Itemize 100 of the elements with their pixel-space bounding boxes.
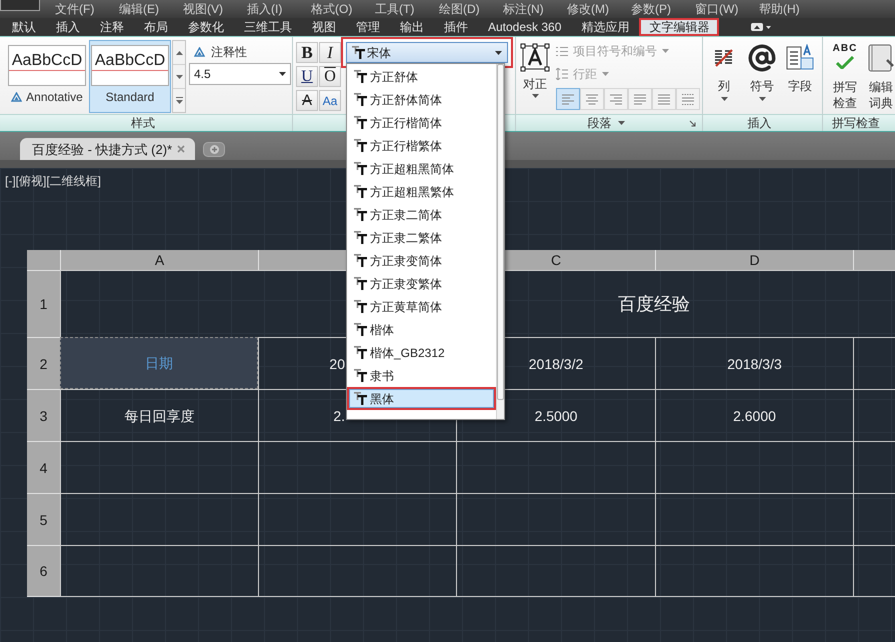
at-sign-icon — [748, 44, 776, 72]
style-swatch[interactable]: AaBbCcD Standard — [89, 40, 171, 113]
menu-item[interactable]: 格式(O) — [311, 0, 352, 18]
format-button[interactable]: A — [296, 90, 318, 111]
font-type-icon — [352, 46, 365, 59]
column-header[interactable]: A — [60, 250, 258, 270]
spell-button[interactable]: 编辑词典 — [863, 44, 895, 111]
alignment-button[interactable] — [628, 88, 652, 110]
font-type-icon — [354, 231, 367, 244]
ribbon-tab[interactable]: 管理 — [346, 18, 390, 36]
row-header[interactable]: 4 — [27, 441, 60, 493]
table-corner — [27, 250, 60, 270]
font-type-icon — [354, 392, 367, 405]
arrow-up-icon — [176, 50, 182, 54]
menu-item[interactable]: 窗口(W) — [695, 0, 738, 18]
align-distribute-icon — [658, 94, 670, 104]
triangle-icon — [194, 47, 205, 57]
menu-item[interactable]: 参数(P) — [631, 0, 671, 18]
style-preview: AaBbCcD — [91, 45, 169, 86]
format-button[interactable]: B — [296, 42, 318, 63]
insert-button[interactable]: 列 — [705, 44, 743, 101]
panel-title: 拼写检查 — [832, 117, 880, 129]
menu-item[interactable]: 标注(N) — [503, 0, 544, 18]
format-button[interactable]: Aa — [319, 90, 341, 111]
format-button[interactable]: I — [319, 42, 341, 63]
font-type-icon — [354, 116, 367, 129]
ribbon-tab[interactable]: 插件 — [434, 18, 478, 36]
ribbon-tab[interactable]: 注释 — [90, 18, 134, 36]
button-label: 列 — [718, 80, 730, 92]
insert-button[interactable]: 符号 — [743, 44, 781, 101]
table-cell: 每日回享度 — [60, 389, 258, 441]
book-icon — [867, 44, 895, 72]
font-type-icon — [354, 323, 367, 336]
justify-button[interactable]: 对正 — [517, 43, 553, 98]
new-tab-button[interactable] — [203, 142, 225, 157]
panel-title: 插入 — [748, 117, 772, 129]
ribbon-tab[interactable]: 三维工具 — [234, 18, 302, 36]
viewport-label[interactable]: [-][俯视][二维线框] — [5, 174, 101, 188]
ribbon-tab[interactable]: Autodesk 360 — [478, 18, 572, 36]
menu-item[interactable]: 帮助(H) — [759, 0, 800, 18]
menu-item[interactable]: 文件(F) — [55, 0, 94, 18]
text-height-field[interactable]: 4.5 — [189, 63, 291, 85]
row-header[interactable]: 2 — [27, 337, 60, 389]
alignment-button[interactable] — [676, 88, 700, 110]
font-type-icon — [354, 346, 367, 359]
alignment-button[interactable] — [580, 88, 604, 110]
menu-item[interactable]: 修改(M) — [567, 0, 609, 18]
font-type-icon — [354, 162, 367, 175]
insert-button[interactable]: 字段 — [781, 44, 819, 92]
style-label: Annotative — [26, 91, 83, 103]
check-icon — [836, 56, 854, 69]
document-tab[interactable]: 百度经验 - 快捷方式 (2)* — [20, 138, 195, 160]
format-button[interactable]: U — [296, 66, 318, 87]
ribbon-tab[interactable]: 视图 — [302, 18, 346, 36]
font-type-icon — [354, 93, 367, 106]
launcher-icon[interactable] — [689, 120, 696, 126]
style-label: Standard — [106, 91, 154, 103]
abc-text: ABC — [832, 44, 858, 54]
font-type-icon — [354, 208, 367, 221]
row-header[interactable]: 3 — [27, 389, 60, 441]
font-type-icon — [354, 139, 367, 152]
font-type-icon — [354, 277, 367, 290]
alignment-button[interactable] — [604, 88, 628, 110]
ribbon-tab[interactable]: 参数化 — [178, 18, 234, 36]
row-header[interactable]: 6 — [27, 545, 60, 597]
align-right-icon — [610, 94, 622, 104]
menu-item[interactable]: 工具(T) — [375, 0, 414, 18]
ribbon-tab[interactable]: 布局 — [134, 18, 178, 36]
menu-item[interactable]: 编辑(E) — [119, 0, 159, 18]
ribbon-tab[interactable]: 文字编辑器 — [639, 18, 720, 36]
ribbon-tab[interactable]: 精选应用 — [571, 18, 640, 36]
row-header[interactable]: 5 — [27, 493, 60, 545]
ribbon-toggle-icon[interactable] — [751, 23, 772, 31]
format-button[interactable]: O — [319, 66, 341, 87]
close-icon[interactable] — [177, 145, 185, 153]
spell-button[interactable]: ABC 拼写检查 — [827, 44, 863, 111]
menu-item[interactable]: 视图(V) — [183, 0, 223, 18]
font-type-icon — [354, 70, 367, 83]
row-header[interactable]: 1 — [27, 270, 60, 337]
ribbon-tab[interactable]: 插入 — [46, 18, 90, 36]
list-icon — [556, 46, 568, 56]
menu-item[interactable]: 绘图(D) — [439, 0, 480, 18]
panel-title: 样式 — [131, 117, 155, 129]
paragraph-spacing-icon — [682, 94, 694, 104]
button-label: 字段 — [788, 80, 812, 92]
ribbon-tab[interactable]: 输出 — [390, 18, 434, 36]
button-label: 编辑词典 — [869, 79, 893, 111]
alignment-button[interactable] — [556, 88, 580, 110]
font-option[interactable]: 黑体 — [347, 387, 496, 410]
table-cell: 2018/3/3 — [655, 337, 853, 389]
column-header[interactable]: D — [655, 250, 853, 270]
menu-item[interactable]: 插入(I) — [247, 0, 282, 18]
app-menu-button[interactable] — [0, 0, 40, 11]
line-spacing-icon — [556, 68, 568, 80]
caret-icon — [602, 72, 609, 76]
ribbon-tab[interactable]: 默认 — [2, 18, 46, 36]
alignment-button[interactable] — [652, 88, 676, 110]
text-frame-icon — [520, 43, 550, 72]
font-field[interactable]: 宋体 — [346, 42, 508, 63]
scrollbar-thumb[interactable] — [497, 64, 504, 400]
